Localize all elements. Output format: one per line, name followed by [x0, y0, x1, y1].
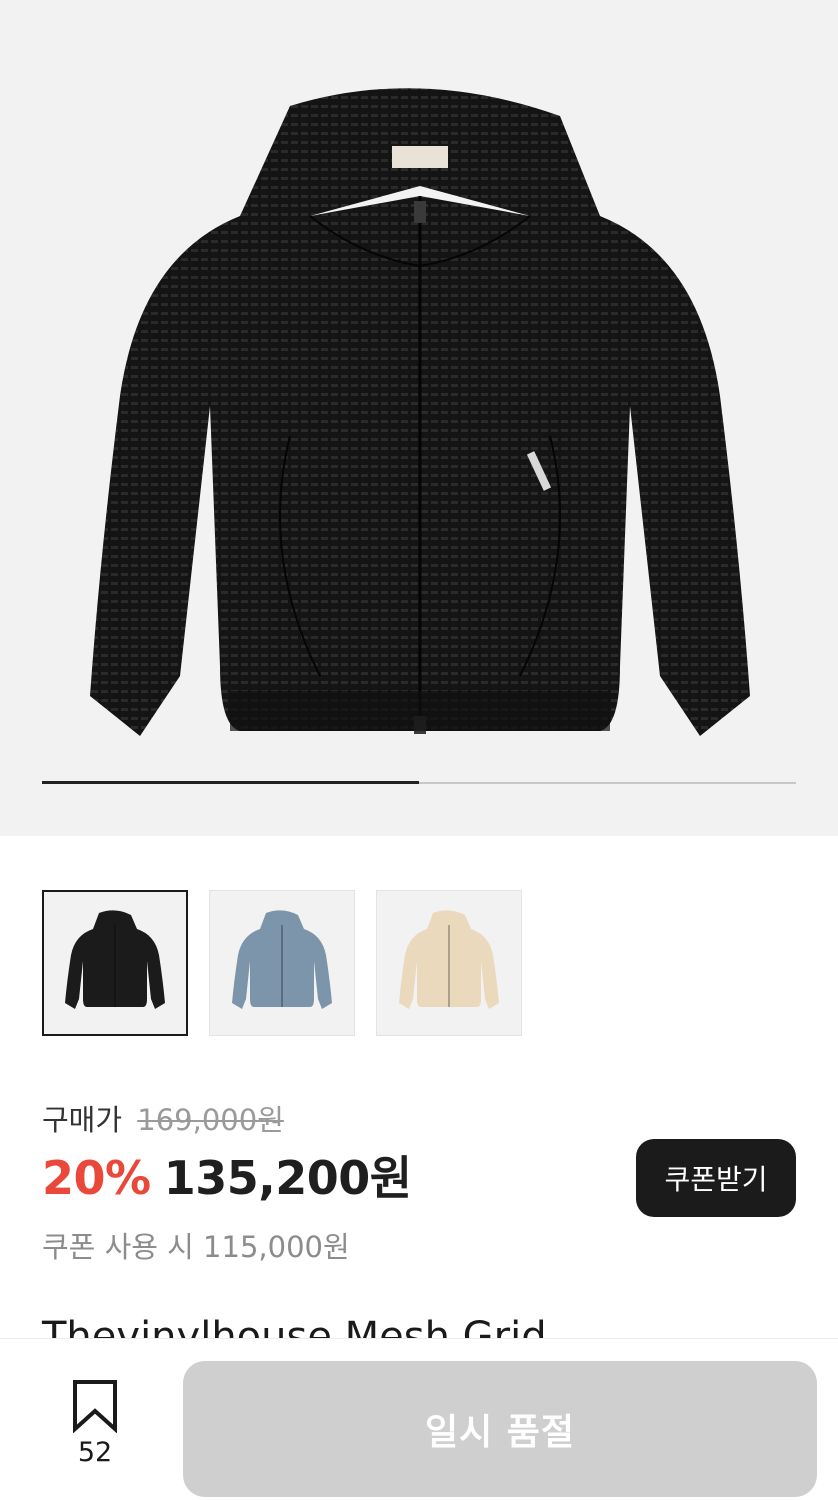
price-label: 구매가	[42, 1103, 123, 1137]
gallery-progress-track	[42, 781, 796, 784]
bookmark-icon	[73, 1380, 117, 1433]
thumbnail-jacket-image	[232, 910, 332, 1009]
discount-rate: 20%	[42, 1151, 151, 1205]
color-thumbnail-blue[interactable]	[209, 890, 355, 1036]
thumbnail-jacket-image	[65, 910, 165, 1009]
price-label-row: 구매가 169,000원	[42, 1098, 796, 1142]
bookmark-count: 52	[77, 1437, 113, 1468]
get-coupon-button[interactable]: 쿠폰받기	[636, 1139, 796, 1217]
bookmark-button[interactable]: 52	[58, 1379, 132, 1468]
coupon-price-note: 쿠폰 사용 시 115,000원	[42, 1230, 350, 1264]
gallery-progress-fill	[42, 781, 419, 784]
color-thumbnail-cream[interactable]	[376, 890, 522, 1036]
color-thumbnail-black[interactable]	[42, 890, 188, 1036]
sale-price: 135,200원	[163, 1151, 412, 1205]
product-image	[90, 88, 750, 736]
color-thumbnails	[42, 890, 522, 1036]
bottom-action-bar: 52 일시 품절	[0, 1338, 838, 1500]
thumbnail-jacket-image	[399, 910, 499, 1009]
original-price: 169,000원	[137, 1103, 284, 1137]
product-image-gallery[interactable]	[0, 0, 838, 836]
soldout-button[interactable]: 일시 품절	[183, 1361, 817, 1497]
